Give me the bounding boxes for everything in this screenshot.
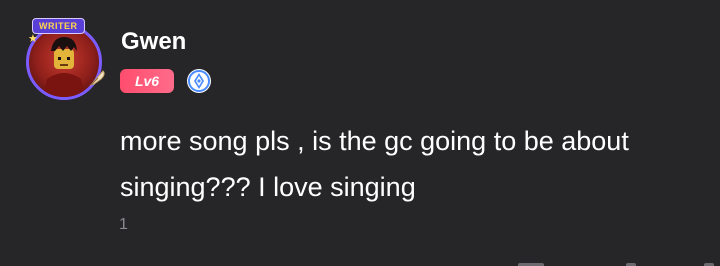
avatar-frame-badge: WRITER — [32, 18, 85, 34]
quill-icon — [89, 70, 105, 87]
username[interactable]: Gwen — [121, 28, 186, 56]
comment-card: WRITER ★ Gwen Lv6 more song pls , is the… — [0, 0, 720, 266]
role-badge-icon[interactable] — [186, 68, 212, 94]
comment-text: more song pls , is the gc going to be ab… — [120, 126, 629, 202]
like-count[interactable]: 1 — [119, 216, 128, 234]
level-badge: Lv6 — [120, 69, 174, 93]
avatar[interactable]: WRITER ★ — [22, 18, 112, 102]
star-icon: ★ — [28, 33, 38, 45]
